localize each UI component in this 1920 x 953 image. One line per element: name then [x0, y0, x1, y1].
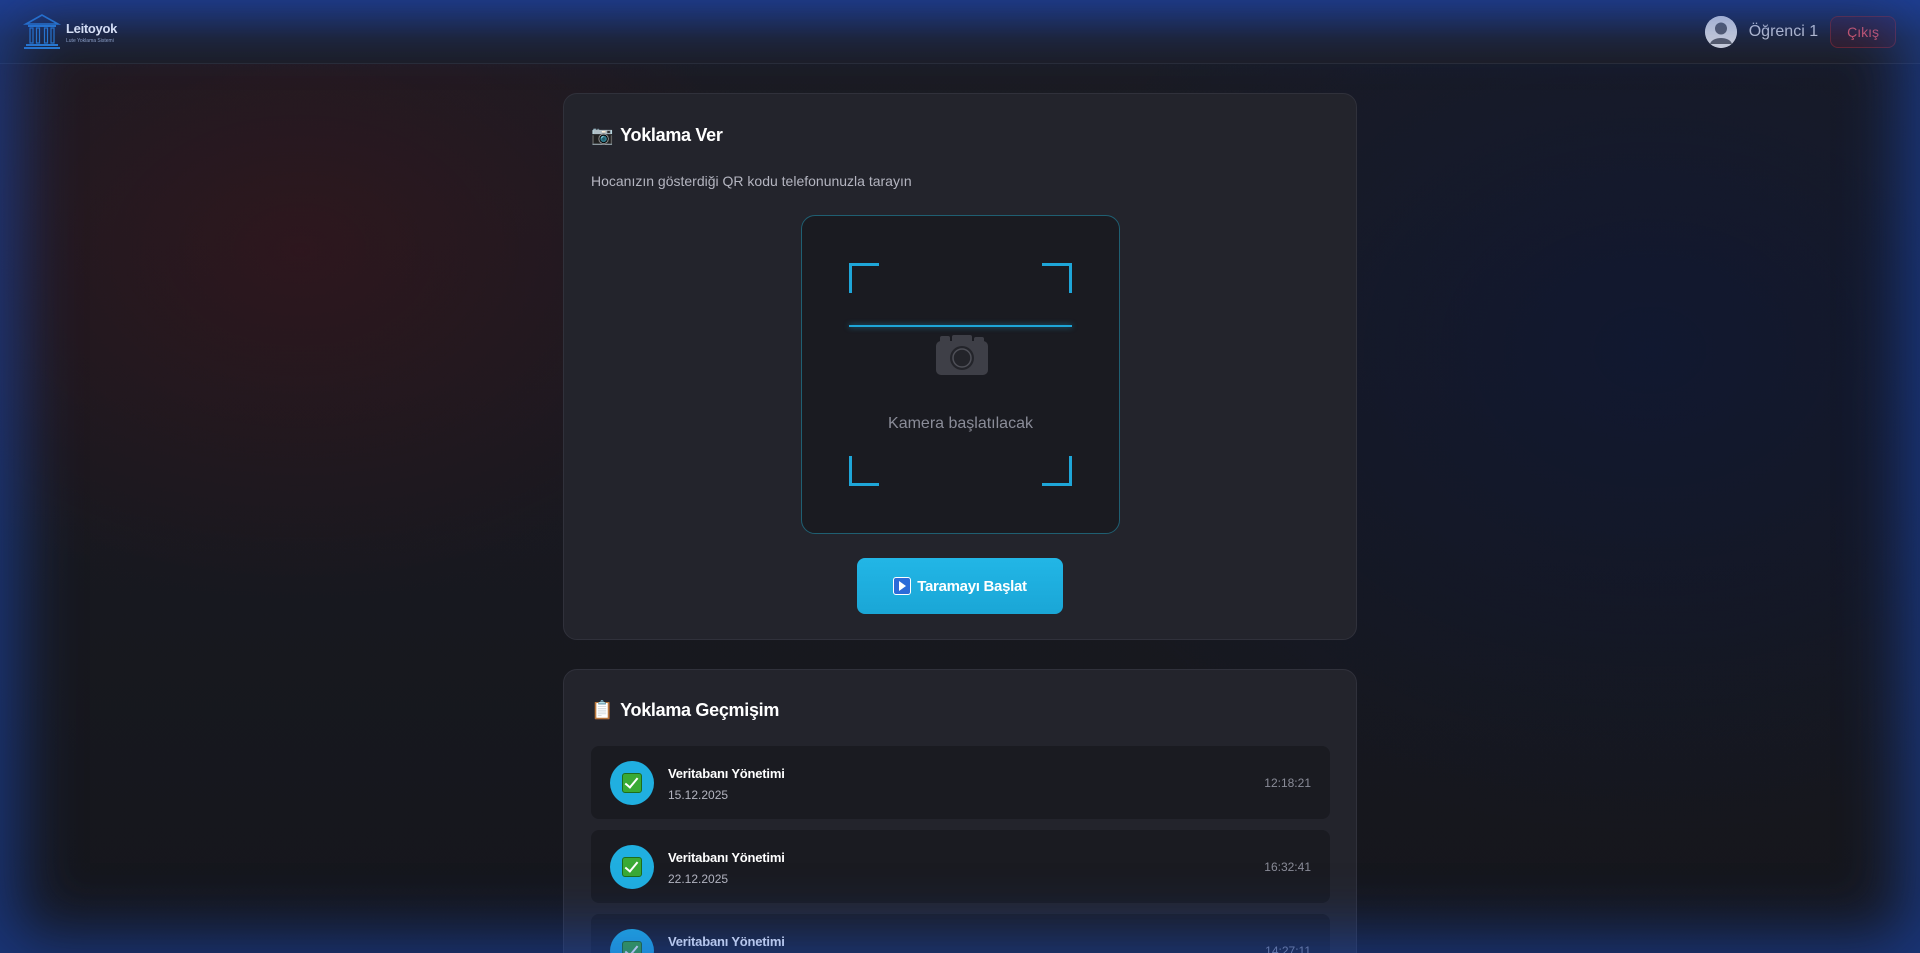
scan-card-title-text: Yoklama Ver	[620, 125, 723, 145]
camera-emoji-icon: 📷	[591, 125, 614, 145]
scan-instructions: Hocanızın gösterdiği QR kodu telefonunuz…	[591, 173, 912, 189]
user-icon	[1704, 16, 1737, 48]
check-icon	[622, 941, 642, 953]
course-name: Veritabanı Yönetimi	[668, 934, 785, 949]
list-item[interactable]: Veritabanı Yönetimi 14:27:11	[591, 914, 1330, 953]
scanner-corner-bottom-right	[1042, 456, 1072, 486]
attendance-status-badge	[610, 929, 654, 953]
clipboard-emoji-icon: 📋	[591, 700, 614, 720]
check-icon	[622, 857, 642, 877]
scanner-corner-bottom-left	[849, 456, 879, 486]
university-building-logo	[22, 14, 62, 49]
avatar[interactable]	[1704, 16, 1737, 48]
attendance-scan-card: 📷 Yoklama Ver Hocanızın gösterdiği QR ko…	[563, 93, 1357, 640]
check-icon	[622, 773, 642, 793]
username: Öğrenci 1	[1748, 23, 1819, 40]
attendance-date: 22.12.2025	[668, 872, 729, 886]
list-item[interactable]: Veritabanı Yönetimi 15.12.2025 12:18:21	[591, 746, 1330, 819]
attendance-time: 12:18:21	[1264, 776, 1311, 790]
attendance-status-badge	[610, 845, 654, 889]
camera-icon	[936, 335, 988, 375]
course-name: Veritabanı Yönetimi	[668, 850, 785, 865]
scan-card-title: 📷 Yoklama Ver	[591, 125, 723, 146]
attendance-time: 14:27:11	[1265, 944, 1311, 953]
list-item[interactable]: Veritabanı Yönetimi 22.12.2025 16:32:41	[591, 830, 1330, 903]
start-scan-button[interactable]: Taramayı Başlat	[857, 558, 1063, 614]
top-navbar: Leitoyok Lute Yoklama Sistemi Öğrenci 1 …	[0, 0, 1920, 64]
user-area: Öğrenci 1 Çıkış	[1704, 16, 1896, 48]
attendance-history-card: 📋 Yoklama Geçmişim Veritabanı Yönetimi 1…	[563, 669, 1357, 953]
history-card-title: 📋 Yoklama Geçmişim	[591, 700, 779, 721]
play-button-icon	[893, 577, 912, 595]
scanner-corner-top-left	[849, 263, 879, 293]
start-scan-label: Taramayı Başlat	[917, 577, 1027, 595]
attendance-time: 16:32:41	[1264, 860, 1311, 874]
brand-name: Leitoyok	[66, 20, 118, 36]
attendance-date: 15.12.2025	[668, 788, 729, 802]
scanner-corner-top-right	[1042, 263, 1072, 293]
logout-button[interactable]: Çıkış	[1830, 16, 1896, 48]
brand-tagline: Lute Yoklama Sistemi	[66, 37, 114, 44]
history-list: Veritabanı Yönetimi 15.12.2025 12:18:21 …	[591, 746, 1330, 953]
camera-status: Kamera başlatılacak	[888, 415, 1033, 432]
qr-scanner-viewport[interactable]: Kamera başlatılacak	[801, 215, 1120, 534]
attendance-status-badge	[610, 761, 654, 805]
history-card-title-text: Yoklama Geçmişim	[620, 700, 780, 720]
course-name: Veritabanı Yönetimi	[668, 766, 785, 781]
scan-line	[849, 325, 1072, 327]
brand[interactable]: Leitoyok Lute Yoklama Sistemi	[22, 12, 117, 52]
